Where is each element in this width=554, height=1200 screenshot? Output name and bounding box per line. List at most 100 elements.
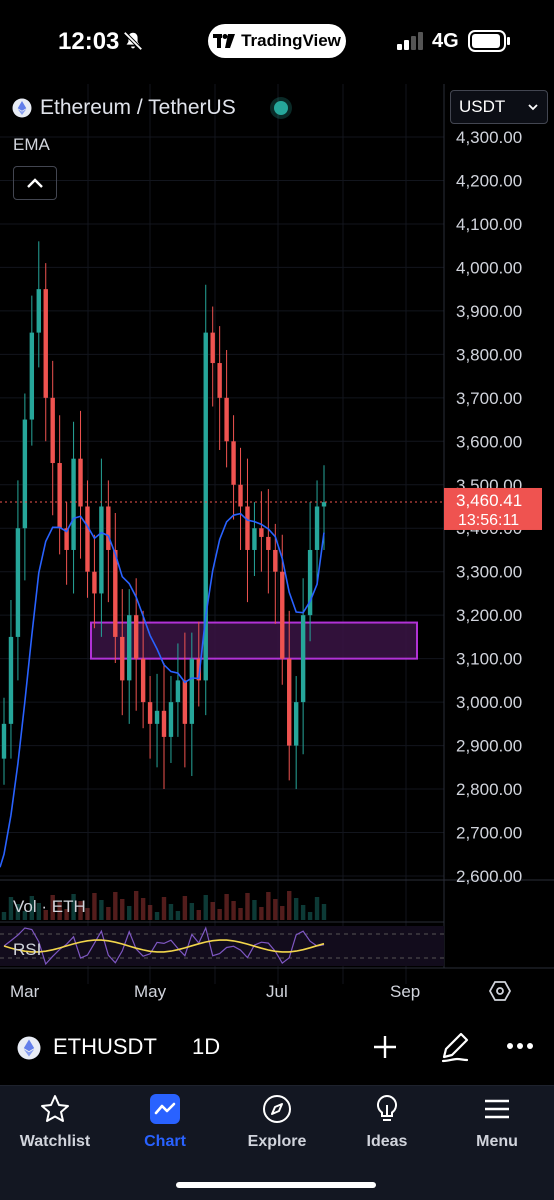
volume-bar bbox=[147, 905, 153, 920]
price-tick-label: 4,300.00 bbox=[456, 128, 522, 147]
candle-body bbox=[287, 658, 292, 746]
currency-select[interactable]: USDT bbox=[450, 90, 548, 124]
pen-icon[interactable] bbox=[440, 1031, 470, 1063]
price-tick-label: 4,000.00 bbox=[456, 258, 522, 277]
candle-body bbox=[210, 332, 215, 364]
price-tick-label: 3,700.00 bbox=[456, 389, 522, 408]
tab-menu-label: Menu bbox=[476, 1133, 518, 1150]
candle-body bbox=[321, 502, 327, 507]
volume-bar bbox=[1, 912, 7, 920]
price-axis[interactable]: 4,300.00 4,200.00 4,100.00 4,000.00 3,900.00… bbox=[444, 128, 542, 886]
interval-button[interactable]: 1D bbox=[192, 1034, 220, 1060]
price-tick-label: 3,300.00 bbox=[456, 563, 522, 582]
volume-bar bbox=[182, 896, 188, 920]
candle-body bbox=[85, 506, 90, 572]
volume-bar bbox=[266, 892, 271, 920]
volume-bar bbox=[140, 898, 146, 920]
indicator-legend-ema[interactable]: EMA bbox=[13, 135, 50, 155]
tab-watchlist-label: Watchlist bbox=[19, 1133, 91, 1150]
bell-slash-icon bbox=[123, 31, 143, 51]
candle-body bbox=[245, 506, 250, 550]
tab-explore[interactable]: Explore bbox=[222, 1093, 332, 1151]
go-to-realtime-icon[interactable] bbox=[488, 979, 512, 1003]
tab-menu[interactable]: Menu bbox=[442, 1093, 552, 1151]
candle-body bbox=[29, 332, 35, 420]
tab-chart[interactable]: Chart bbox=[110, 1093, 220, 1151]
price-tick-label: 4,200.00 bbox=[456, 171, 522, 190]
candle-body bbox=[15, 528, 21, 637]
price-chart[interactable]: 4,300.00 4,200.00 4,100.00 4,000.00 3,900.00… bbox=[0, 84, 554, 1010]
status-bar: 12:03 TradingView 4G bbox=[0, 0, 554, 84]
ethereum-icon bbox=[17, 1036, 41, 1060]
price-tick-label: 2,700.00 bbox=[456, 824, 522, 843]
candle-body bbox=[168, 702, 174, 737]
signal-bars-icon bbox=[397, 32, 423, 50]
rsi-pane bbox=[0, 926, 444, 966]
compass-icon bbox=[263, 1095, 291, 1123]
candle-body bbox=[36, 289, 41, 333]
candle-body bbox=[307, 549, 313, 616]
app-badge[interactable]: TradingView bbox=[208, 24, 346, 58]
volume-bar bbox=[293, 898, 299, 920]
candle-body bbox=[314, 506, 320, 550]
tab-watchlist[interactable]: Watchlist bbox=[0, 1093, 110, 1151]
tab-ideas-label: Ideas bbox=[366, 1133, 408, 1150]
candle-body bbox=[120, 636, 125, 681]
collapse-legend-button[interactable] bbox=[13, 166, 57, 200]
candle-body bbox=[78, 458, 83, 507]
candle-body bbox=[189, 658, 195, 724]
candle-body bbox=[147, 702, 153, 724]
tab-chart-label: Chart bbox=[144, 1133, 186, 1150]
time-label-sep: Sep bbox=[390, 982, 421, 1001]
candle-body bbox=[217, 363, 222, 398]
candle-body bbox=[127, 615, 132, 681]
price-tick-label: 2,900.00 bbox=[456, 737, 522, 756]
volume-bar bbox=[314, 897, 320, 920]
tab-ideas[interactable]: Ideas bbox=[332, 1093, 442, 1151]
price-tick-label: 3,000.00 bbox=[456, 693, 522, 712]
plus-icon[interactable] bbox=[372, 1034, 398, 1060]
volume-bar bbox=[196, 910, 201, 920]
chart-symbol-title[interactable]: Ethereum / TetherUS bbox=[12, 96, 288, 120]
price-tick-label: 3,600.00 bbox=[456, 432, 522, 451]
market-open-indicator bbox=[273, 101, 288, 115]
candle-body bbox=[140, 658, 146, 703]
support-zone-layer[interactable] bbox=[90, 621, 418, 660]
ethereum-icon bbox=[12, 98, 32, 118]
price-tick-label: 3,100.00 bbox=[456, 650, 522, 669]
rsi-legend[interactable]: RSI bbox=[13, 940, 41, 960]
volume-bar bbox=[203, 895, 208, 920]
volume-bar bbox=[217, 909, 222, 920]
tradingview-logo-icon bbox=[213, 34, 236, 48]
volume-legend[interactable]: Vol · ETH bbox=[13, 897, 86, 917]
candle-body bbox=[8, 636, 14, 724]
volume-bar bbox=[245, 893, 250, 920]
star-icon bbox=[41, 1095, 69, 1122]
candle-body bbox=[266, 536, 271, 550]
chevron-down-icon bbox=[528, 104, 538, 111]
candle-body bbox=[252, 528, 257, 550]
time-label-mar: Mar bbox=[10, 982, 40, 1001]
candle-body bbox=[99, 506, 104, 594]
candle-body bbox=[43, 289, 48, 398]
currency-value: USDT bbox=[459, 97, 506, 116]
hamburger-menu-icon bbox=[485, 1099, 509, 1119]
candle-body bbox=[71, 458, 76, 550]
time-label-may: May bbox=[134, 982, 167, 1001]
more-options-icon[interactable] bbox=[506, 1041, 534, 1051]
volume-bar bbox=[321, 904, 327, 920]
volume-bar bbox=[300, 905, 306, 920]
volume-bar bbox=[161, 897, 167, 920]
price-tick-label: 2,600.00 bbox=[456, 867, 522, 886]
volume-bar bbox=[127, 906, 132, 920]
candle-body bbox=[273, 549, 278, 572]
price-tick-label: 4,100.00 bbox=[456, 215, 522, 234]
candle-body bbox=[231, 441, 236, 485]
volume-bar bbox=[238, 908, 243, 920]
volume-bar bbox=[175, 911, 181, 920]
volume-bar bbox=[99, 900, 104, 920]
last-price-value: 3,460.41 bbox=[456, 491, 522, 510]
candle-body bbox=[259, 528, 264, 537]
candle-body bbox=[224, 397, 229, 442]
symbol-ticker[interactable]: ETHUSDT bbox=[53, 1034, 157, 1060]
